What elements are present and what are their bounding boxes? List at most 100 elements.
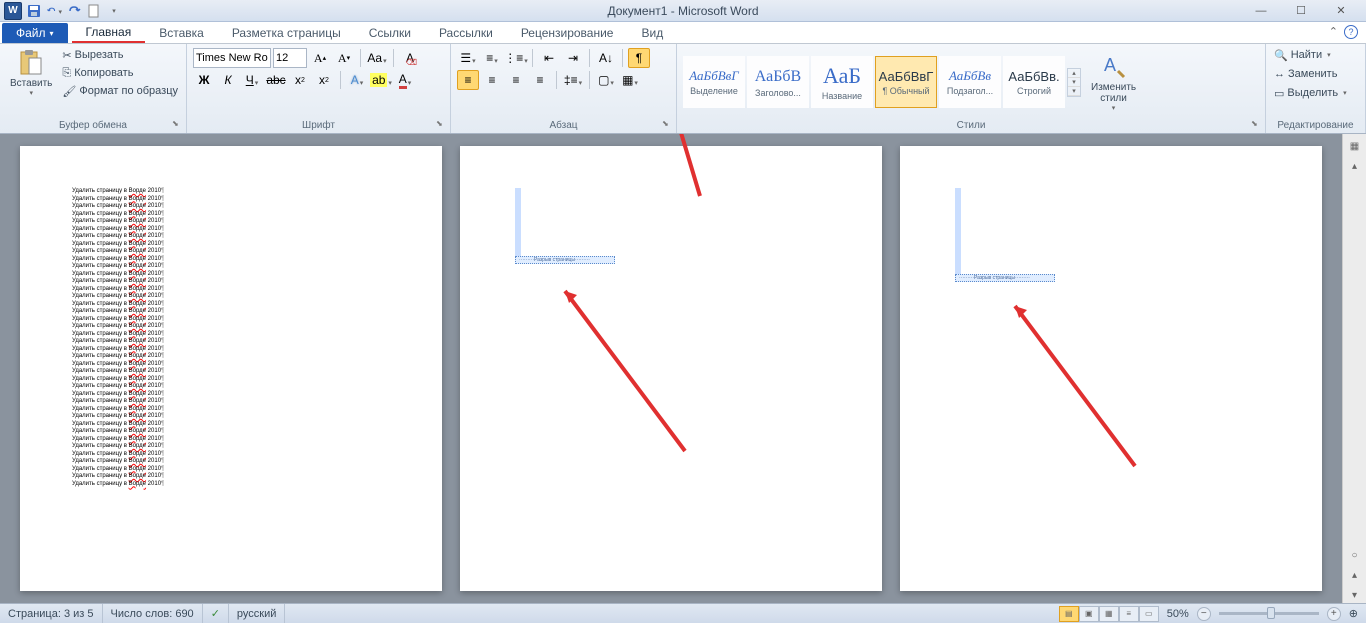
bullets-button[interactable]: ☰ — [457, 48, 479, 68]
font-size-combo[interactable] — [273, 48, 307, 68]
font-name-combo[interactable] — [193, 48, 271, 68]
underline-button[interactable]: Ч — [241, 70, 263, 90]
save-button[interactable] — [26, 3, 42, 19]
outline-view[interactable]: ≡ — [1119, 606, 1139, 622]
format-painter-button[interactable]: 🖌Формат по образцу — [60, 82, 180, 100]
cut-button[interactable]: ✂Вырезать — [60, 46, 180, 64]
zoom-fit-button[interactable]: ⊕ — [1349, 607, 1358, 620]
zoom-slider[interactable] — [1219, 612, 1319, 615]
group-paragraph: ☰ ≡ ⋮≡ ⇤ ⇥ A↓ ¶ ≡ ≡ ≡ ≡ ‡≡ ▢ ▦ — [451, 44, 677, 133]
status-words[interactable]: Число слов: 690 — [103, 604, 203, 623]
gallery-up[interactable]: ▴ — [1068, 69, 1080, 78]
file-tab[interactable]: Файл — [2, 23, 68, 43]
tab-view[interactable]: Вид — [627, 23, 677, 43]
document-area[interactable]: Удалить страницу в Ворде 2010¶Удалить ст… — [0, 134, 1342, 603]
styles-launcher[interactable]: ⬊ — [1251, 119, 1263, 131]
qat-customize[interactable]: ▾ — [106, 3, 122, 19]
subscript-button[interactable]: x2 — [289, 70, 311, 90]
style-item[interactable]: АаБНазвание — [811, 56, 873, 108]
web-view[interactable]: ▦ — [1099, 606, 1119, 622]
style-item[interactable]: АаБбВвПодзагол... — [939, 56, 1001, 108]
zoom-level[interactable]: 50% — [1167, 608, 1189, 620]
font-color-button[interactable]: A — [394, 70, 416, 90]
increase-indent-button[interactable]: ⇥ — [562, 48, 584, 68]
shrink-font-button[interactable]: A▾ — [333, 48, 355, 68]
new-doc-button[interactable] — [86, 3, 102, 19]
tab-mailings[interactable]: Рассылки — [425, 23, 507, 43]
superscript-button[interactable]: x2 — [313, 70, 335, 90]
undo-button[interactable] — [46, 3, 62, 19]
ribbon: Вставить ▾ ✂Вырезать ⎘Копировать 🖌Формат… — [0, 44, 1366, 134]
text-effects-button[interactable]: A — [346, 70, 368, 90]
page-2[interactable]: ·········Разрыв страницы········· — [460, 146, 882, 591]
pane-up[interactable]: ▴ — [1347, 158, 1363, 174]
change-styles-button[interactable]: A Изменить стили ▾ — [1087, 50, 1140, 114]
gallery-down[interactable]: ▾ — [1068, 78, 1080, 87]
align-center-button[interactable]: ≡ — [481, 70, 503, 90]
ruler-toggle[interactable]: ▦ — [1347, 138, 1363, 154]
close-button[interactable]: ✕ — [1326, 2, 1356, 20]
align-left-button[interactable]: ≡ — [457, 70, 479, 90]
paste-button[interactable]: Вставить ▾ — [6, 46, 56, 99]
redo-button[interactable] — [66, 3, 82, 19]
print-layout-view[interactable]: ▤ — [1059, 606, 1079, 622]
font-launcher[interactable]: ⬊ — [436, 119, 448, 131]
shading-button[interactable]: ▢ — [595, 70, 617, 90]
minimize-button[interactable]: — — [1246, 2, 1276, 20]
pane-next[interactable]: ▾ — [1347, 587, 1363, 603]
sort-button[interactable]: A↓ — [595, 48, 617, 68]
grow-font-button[interactable]: A▴ — [309, 48, 331, 68]
multilevel-button[interactable]: ⋮≡ — [505, 48, 527, 68]
maximize-button[interactable]: ☐ — [1286, 2, 1316, 20]
status-proofing[interactable]: ✓ — [203, 604, 229, 623]
quick-access-toolbar: W ▾ — [0, 2, 126, 20]
clipboard-launcher[interactable]: ⬊ — [172, 119, 184, 131]
tab-home[interactable]: Главная — [72, 23, 146, 43]
draft-view[interactable]: ▭ — [1139, 606, 1159, 622]
minimize-ribbon-button[interactable]: ⌃ — [1329, 25, 1338, 39]
svg-text:A: A — [1104, 55, 1116, 75]
copy-button[interactable]: ⎘Копировать — [60, 64, 180, 82]
tab-review[interactable]: Рецензирование — [507, 23, 628, 43]
find-button[interactable]: 🔍Найти▾ — [1272, 46, 1349, 64]
tab-layout[interactable]: Разметка страницы — [218, 23, 355, 43]
tab-insert[interactable]: Вставка — [145, 23, 218, 43]
page-1[interactable]: Удалить страницу в Ворде 2010¶Удалить ст… — [20, 146, 442, 591]
status-page[interactable]: Страница: 3 из 5 — [0, 604, 103, 623]
gallery-scroll: ▴ ▾ ▾ — [1067, 68, 1081, 97]
object-browse[interactable]: ○ — [1347, 547, 1363, 563]
replace-button[interactable]: ↔Заменить — [1272, 65, 1349, 83]
page-3[interactable]: ·········Разрыв страницы········· — [900, 146, 1322, 591]
style-item[interactable]: АаБбВвГ¶ Обычный — [875, 56, 937, 108]
change-case-button[interactable]: Aa — [366, 48, 388, 68]
italic-button[interactable]: К — [217, 70, 239, 90]
status-language[interactable]: русский — [229, 604, 285, 623]
line-spacing-button[interactable]: ‡≡ — [562, 70, 584, 90]
align-right-button[interactable]: ≡ — [505, 70, 527, 90]
group-font: A▴ A▾ Aa A⌫ Ж К Ч abc x2 x2 A ab A Шрифт… — [187, 44, 451, 133]
pane-prev[interactable]: ▴ — [1347, 567, 1363, 583]
titlebar: W ▾ Документ1 - Microsoft Word — ☐ ✕ — [0, 0, 1366, 22]
tab-references[interactable]: Ссылки — [355, 23, 425, 43]
select-button[interactable]: ▭Выделить▾ — [1272, 84, 1349, 102]
selection-highlight — [955, 188, 961, 274]
strike-button[interactable]: abc — [265, 70, 287, 90]
style-item[interactable]: АаБбВЗаголово... — [747, 56, 809, 108]
show-marks-button[interactable]: ¶ — [628, 48, 650, 68]
style-item[interactable]: АаБбВв.Строгий — [1003, 56, 1065, 108]
decrease-indent-button[interactable]: ⇤ — [538, 48, 560, 68]
help-button[interactable]: ? — [1344, 25, 1358, 39]
zoom-in-button[interactable]: + — [1327, 607, 1341, 621]
fullscreen-view[interactable]: ▣ — [1079, 606, 1099, 622]
paragraph-launcher[interactable]: ⬊ — [662, 119, 674, 131]
zoom-out-button[interactable]: − — [1197, 607, 1211, 621]
borders-button[interactable]: ▦ — [619, 70, 641, 90]
numbering-button[interactable]: ≡ — [481, 48, 503, 68]
highlight-button[interactable]: ab — [370, 70, 392, 90]
clear-formatting-button[interactable]: A⌫ — [399, 48, 421, 68]
style-item[interactable]: АаБбВвГВыделение — [683, 56, 745, 108]
gallery-more[interactable]: ▾ — [1068, 87, 1080, 96]
justify-button[interactable]: ≡ — [529, 70, 551, 90]
bold-button[interactable]: Ж — [193, 70, 215, 90]
zoom-thumb[interactable] — [1267, 607, 1275, 619]
